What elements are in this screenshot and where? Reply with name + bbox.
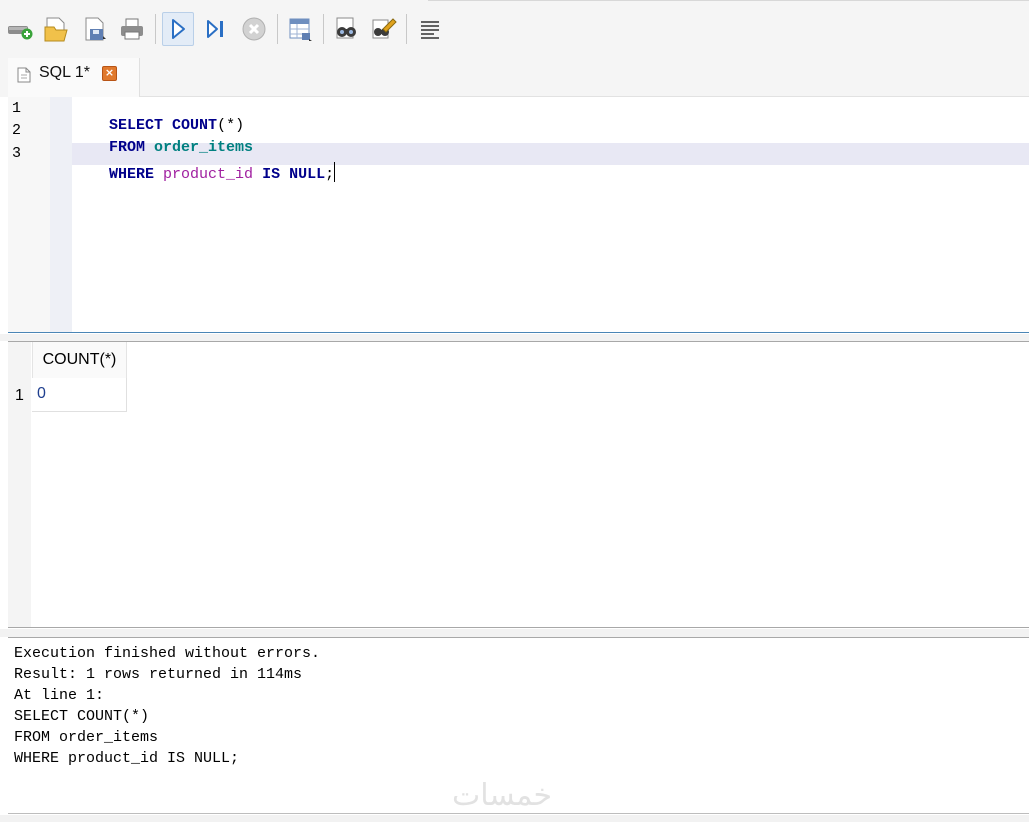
save-results-view-icon — [286, 15, 314, 43]
toolbar-divider — [428, 0, 1029, 1]
execute-current-line-button[interactable] — [200, 12, 232, 46]
find-icon — [332, 15, 360, 43]
tab-label: SQL 1* — [39, 64, 90, 81]
code-line-3: WHERE product_id IS NULL; — [73, 145, 336, 200]
line-number: 3 — [12, 145, 22, 162]
message-line: Execution finished without errors. — [14, 645, 321, 662]
message-line: WHERE product_id IS NULL; — [14, 750, 240, 767]
sql-keyword: NULL — [289, 166, 326, 183]
toolbar-separator — [323, 14, 324, 44]
open-database-button[interactable] — [4, 12, 36, 46]
line-number-gutter: 1 2 3 — [8, 97, 50, 332]
open-database-icon — [6, 17, 34, 41]
execute-all-icon — [168, 17, 188, 41]
line-number: 2 — [12, 122, 22, 139]
find-button[interactable] — [330, 12, 362, 46]
sql-keyword: WHERE — [109, 166, 155, 183]
message-line: SELECT COUNT(*) — [14, 708, 150, 725]
bottom-border — [0, 815, 1029, 822]
results-messages-splitter[interactable] — [0, 629, 1029, 637]
print-icon — [118, 16, 146, 42]
message-line: FROM order_items — [14, 729, 159, 746]
sql-column-name: product_id — [163, 166, 254, 183]
document-icon — [17, 67, 31, 87]
save-sql-file-icon — [81, 15, 109, 43]
toolbar — [0, 0, 1029, 58]
toolbar-separator — [406, 14, 407, 44]
wrap-text-icon — [417, 16, 443, 42]
fold-margin — [50, 97, 72, 332]
toolbar-separator — [277, 14, 278, 44]
editor-tab-strip: SQL 1* × — [0, 58, 1029, 97]
find-replace-icon — [369, 15, 397, 43]
execute-all-button[interactable] — [162, 12, 194, 46]
save-results-view-button[interactable] — [284, 12, 316, 46]
results-grid[interactable]: COUNT(*) 1 0 — [8, 341, 1029, 628]
message-line: Result: 1 rows returned in 114ms — [14, 666, 303, 683]
watermark: خمسات — [452, 778, 553, 813]
toolbar-separator — [155, 14, 156, 44]
line-number: 1 — [12, 100, 22, 117]
column-header[interactable]: COUNT(*) — [32, 342, 127, 378]
execute-current-line-icon — [205, 17, 227, 41]
sql-keyword: IS — [262, 166, 281, 183]
open-sql-file-icon — [42, 15, 70, 43]
open-sql-file-button[interactable] — [40, 12, 72, 46]
close-tab-icon[interactable]: × — [102, 66, 117, 81]
text-caret — [334, 162, 336, 182]
wrap-text-button[interactable] — [414, 12, 446, 46]
sql-punctuation: ; — [325, 166, 335, 183]
row-number[interactable]: 1 — [8, 380, 31, 412]
editor-results-splitter[interactable] — [0, 334, 1029, 341]
print-button[interactable] — [116, 12, 148, 46]
stop-execution-icon — [241, 16, 267, 42]
find-replace-button[interactable] — [367, 12, 399, 46]
sql-editor[interactable]: 1 2 3 SELECT COUNT(*) FROM order_items W… — [8, 97, 1029, 333]
stop-execution-button[interactable] — [238, 12, 270, 46]
save-sql-file-button[interactable] — [79, 12, 111, 46]
result-cell[interactable]: 0 — [32, 378, 127, 412]
tab-sql-1[interactable]: SQL 1* × — [8, 58, 140, 97]
message-line: At line 1: — [14, 687, 105, 704]
